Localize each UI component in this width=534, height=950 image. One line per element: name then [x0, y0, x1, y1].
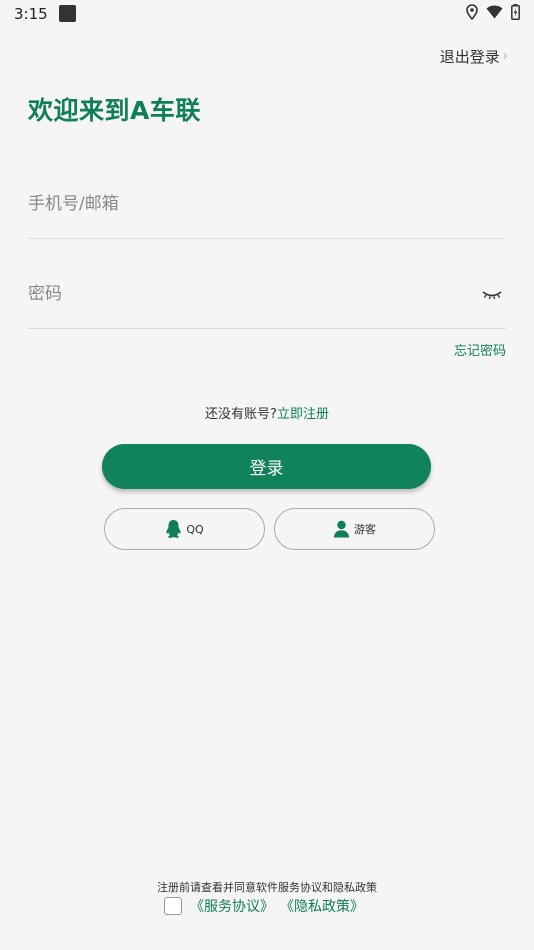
eye-closed-icon[interactable]: [480, 284, 504, 304]
page-title: 欢迎来到A车联: [28, 96, 201, 125]
qq-login-button[interactable]: QQ: [104, 508, 265, 550]
phone-email-field-container: [28, 182, 506, 239]
chevron-right-icon: ›: [502, 49, 508, 64]
register-link[interactable]: 立即注册: [277, 407, 329, 422]
forgot-password-link[interactable]: 忘记密码: [454, 340, 506, 359]
battery-icon: [511, 4, 520, 20]
guest-login-button[interactable]: 游客: [274, 508, 435, 550]
password-field-container: [28, 272, 506, 329]
phone-email-input[interactable]: [28, 182, 448, 226]
user-icon: [333, 520, 350, 538]
agreement-row: 《服务协议》 《隐私政策》: [0, 896, 534, 916]
service-agreement-link[interactable]: 《服务协议》: [190, 896, 274, 916]
register-prompt: 还没有账号?: [205, 407, 277, 422]
guest-button-label: 游客: [354, 523, 376, 536]
logout-label: 退出登录: [439, 48, 500, 66]
password-input[interactable]: [28, 272, 448, 316]
qq-button-label: QQ: [186, 522, 204, 536]
login-button-label: 登录: [249, 459, 284, 479]
agree-checkbox[interactable]: [164, 897, 182, 915]
logout-button[interactable]: 退出登录 ›: [440, 46, 508, 67]
status-icons: [466, 4, 520, 20]
wifi-icon: [486, 5, 503, 19]
qq-penguin-icon: [165, 519, 182, 539]
app-notification-icon: [59, 5, 76, 22]
agreement-notice: 注册前请查看并同意软件服务协议和隐私政策: [157, 881, 377, 894]
status-bar: 3:15: [0, 0, 534, 28]
register-row: 还没有账号?立即注册: [0, 403, 534, 422]
privacy-policy-link[interactable]: 《隐私政策》: [280, 896, 364, 916]
login-screen: 3:15 退出登录 › 欢迎来到A车联 手机号/邮箱 忘记密码 还没有账号?立即…: [0, 0, 534, 950]
status-time: 3:15: [14, 5, 48, 23]
login-button[interactable]: 登录: [102, 444, 431, 489]
location-icon: [466, 4, 478, 20]
